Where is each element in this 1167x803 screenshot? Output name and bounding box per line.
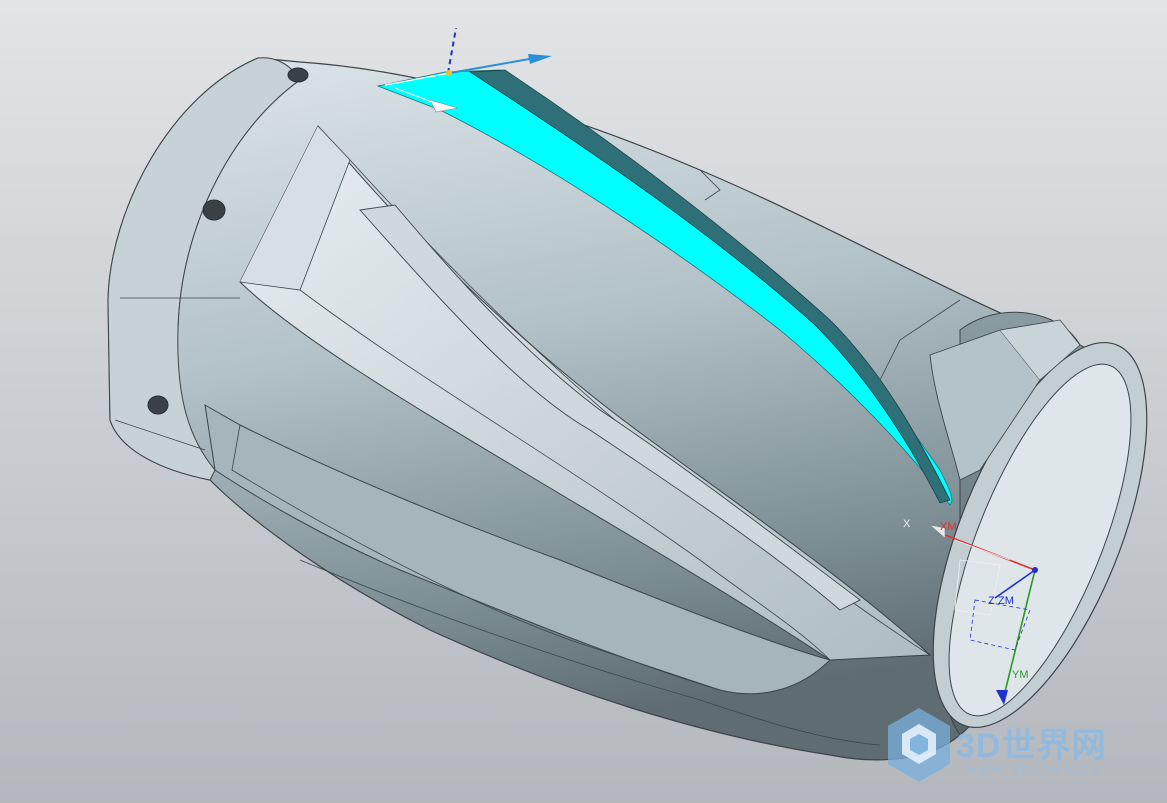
watermark: 3D世界网 WWW.3DSJW.COM xyxy=(884,704,1154,788)
collar-hole[interactable] xyxy=(287,67,309,83)
watermark-title: 3D世界网 xyxy=(956,727,1107,765)
graphics-viewport[interactable]: X XM Z ZM YM 3D世界网 WWW.3DSJW.COM xyxy=(0,0,1167,803)
datum-z-dashed-axis xyxy=(447,27,457,74)
datum-origin-point[interactable] xyxy=(446,70,452,76)
cad-model-scene[interactable]: X XM Z ZM YM xyxy=(0,0,1167,803)
axis-label-ym: YM xyxy=(1012,669,1029,681)
wcs-origin[interactable] xyxy=(1032,567,1038,573)
cube-logo-icon xyxy=(888,708,950,782)
axis-label-x: X xyxy=(903,518,911,530)
watermark-url: WWW.3DSJW.COM xyxy=(966,764,1104,776)
collar-hole[interactable] xyxy=(202,199,226,221)
axis-label-xm: XM xyxy=(940,521,957,533)
axis-label-z: Z xyxy=(988,595,995,607)
collar-hole[interactable] xyxy=(147,395,169,415)
arrow-head-icon[interactable] xyxy=(528,54,552,64)
axis-label-zm: ZM xyxy=(998,595,1014,607)
